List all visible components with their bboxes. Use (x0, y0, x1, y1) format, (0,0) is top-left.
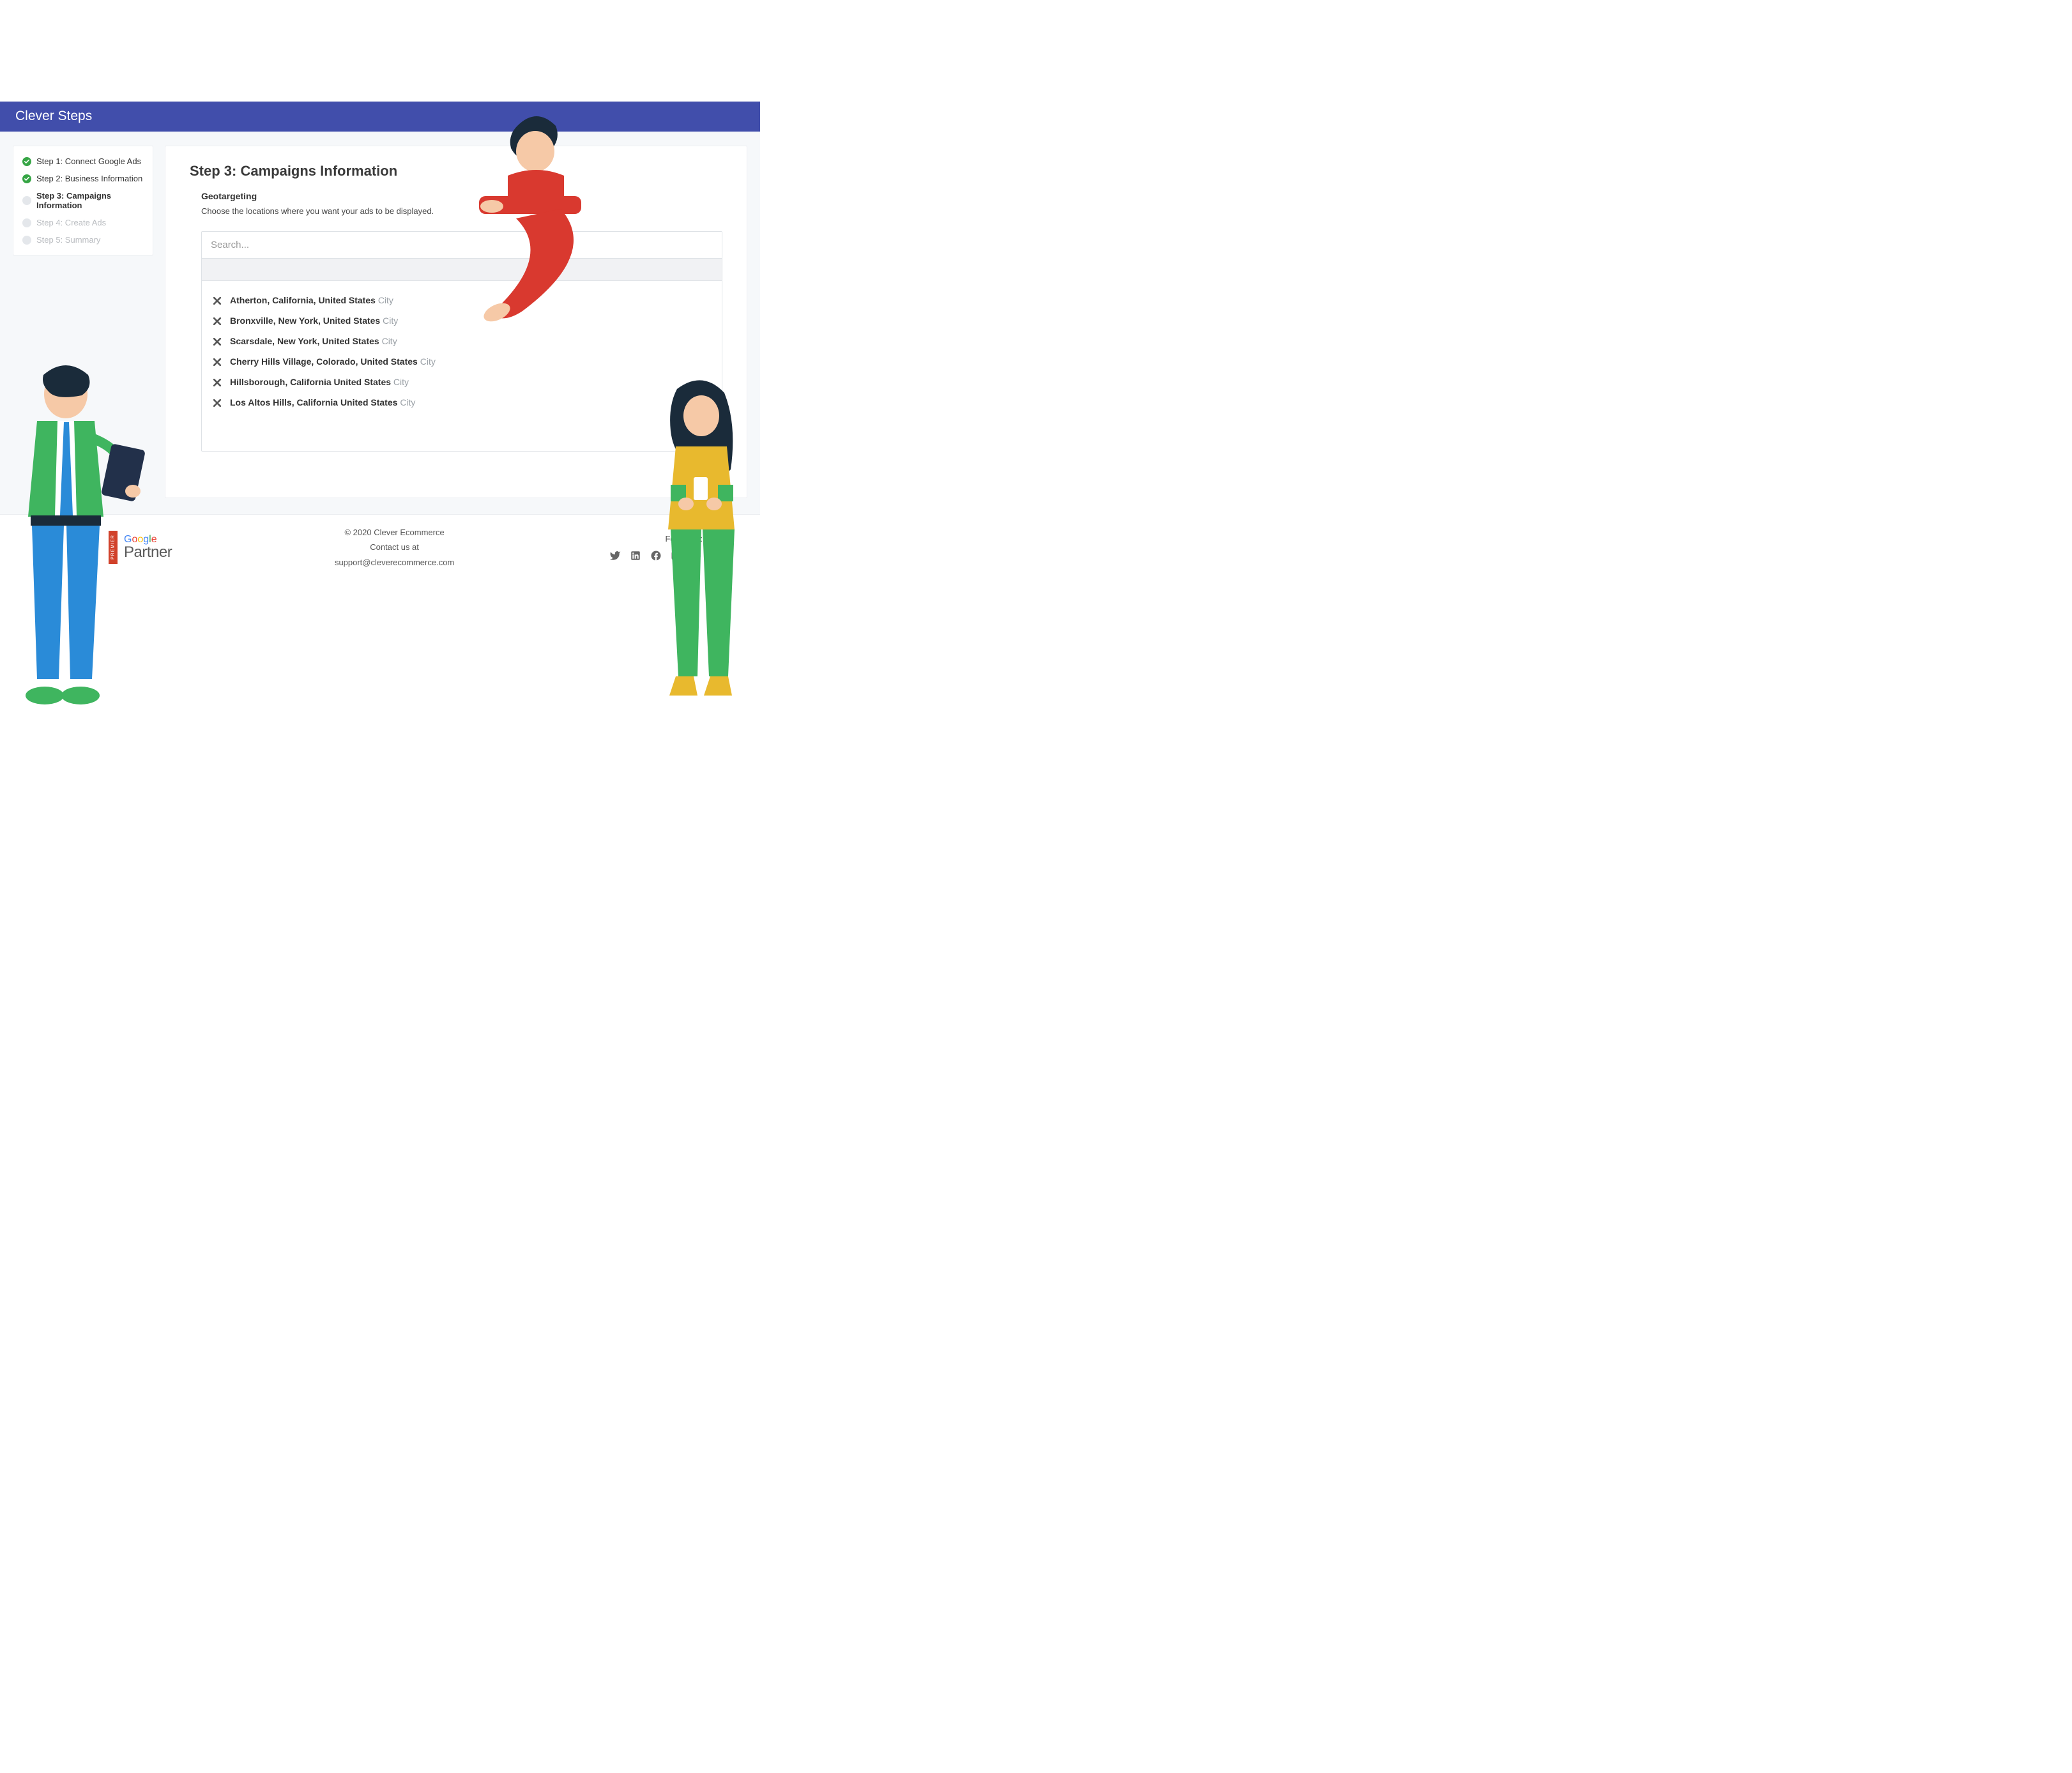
remove-location-icon[interactable] (213, 317, 221, 324)
contact-email: support@cleverecommerce.com (335, 555, 454, 570)
geo-location-row: Scarsdale, New York, United States City (213, 331, 710, 351)
facebook-icon[interactable] (650, 550, 662, 561)
geo-location-name: Scarsdale, New York, United States (230, 336, 382, 346)
geo-location-type: City (378, 295, 393, 305)
geo-location-type: City (420, 356, 436, 367)
remove-location-icon[interactable] (213, 337, 221, 345)
geo-location-name: Hillsborough, California United States (230, 377, 393, 387)
search-input[interactable] (202, 232, 722, 258)
check-icon (22, 157, 31, 166)
app-title: Clever Steps (15, 109, 92, 123)
remove-location-icon[interactable] (213, 296, 221, 304)
geo-location-row: Hillsborough, California United States C… (213, 372, 710, 392)
step-label: Step 2: Business Information (36, 174, 142, 183)
twitter-icon[interactable] (609, 550, 621, 561)
next-button[interactable]: NEXT (676, 462, 722, 482)
geo-location-row: Bronxville, New York, United States City (213, 310, 710, 331)
geo-selected-list: Atherton, California, United States City… (202, 281, 722, 451)
partner-word: Partner (124, 545, 172, 560)
remove-location-icon[interactable] (213, 399, 221, 406)
blog-icon[interactable] (691, 550, 703, 561)
copyright-text: © 2020 Clever Ecommerce (335, 525, 454, 540)
step-dot-icon (22, 236, 31, 245)
top-bar: Clever Steps (0, 102, 760, 132)
step-label: Step 5: Summary (36, 235, 100, 245)
follow-label: Follow us: (609, 534, 703, 544)
sidebar-step-3[interactable]: Step 3: Campaigns Information (20, 187, 146, 214)
geo-results-header (202, 258, 722, 281)
google-partner-badge: PREMIER Google Partner (109, 528, 179, 567)
remove-location-icon[interactable] (213, 358, 221, 365)
geo-location-row: Cherry Hills Village, Colorado, United S… (213, 351, 710, 372)
linkedin-icon[interactable] (630, 550, 641, 561)
geo-location-type: City (382, 336, 397, 346)
geo-location-type: City (400, 397, 415, 407)
geo-location-name: Los Altos Hills, California United State… (230, 397, 400, 407)
footer-center: © 2020 Clever Ecommerce Contact us at su… (335, 525, 454, 570)
sidebar-step-4[interactable]: Step 4: Create Ads (20, 214, 146, 231)
geo-location-type: City (393, 377, 409, 387)
geo-location-name: Atherton, California, United States (230, 295, 378, 305)
footer-right: Follow us: (609, 534, 703, 561)
geo-location-type: City (383, 316, 398, 326)
step-dot-icon (22, 218, 31, 227)
check-icon (22, 174, 31, 183)
sidebar-step-2[interactable]: Step 2: Business Information (20, 170, 146, 187)
contact-label: Contact us at (335, 540, 454, 554)
footer: PREMIER Google Partner © 2020 Clever Eco… (0, 514, 760, 584)
premier-strip: PREMIER (109, 531, 118, 564)
geo-location-row: Atherton, California, United States City (213, 290, 710, 310)
step-dot-icon (22, 196, 31, 205)
remove-location-icon[interactable] (213, 378, 221, 386)
sidebar-step-1[interactable]: Step 1: Connect Google Ads (20, 153, 146, 170)
main-panel: Step 3: Campaigns Information Geotargeti… (165, 146, 747, 498)
geotargeting-box: Atherton, California, United States City… (201, 231, 722, 452)
geo-location-name: Cherry Hills Village, Colorado, United S… (230, 356, 420, 367)
instagram-icon[interactable] (671, 550, 682, 561)
section-description: Choose the locations where you want your… (201, 206, 722, 216)
geo-location-name: Bronxville, New York, United States (230, 316, 383, 326)
step-label: Step 3: Campaigns Information (36, 191, 144, 210)
page-title: Step 3: Campaigns Information (190, 163, 722, 179)
steps-sidebar: Step 1: Connect Google Ads Step 2: Busine… (13, 146, 153, 255)
geo-location-row: Los Altos Hills, California United State… (213, 392, 710, 413)
step-label: Step 4: Create Ads (36, 218, 106, 227)
sidebar-step-5[interactable]: Step 5: Summary (20, 231, 146, 248)
main-area: Step 1: Connect Google Ads Step 2: Busine… (0, 132, 760, 514)
section-subtitle: Geotargeting (201, 191, 722, 201)
step-label: Step 1: Connect Google Ads (36, 156, 141, 166)
